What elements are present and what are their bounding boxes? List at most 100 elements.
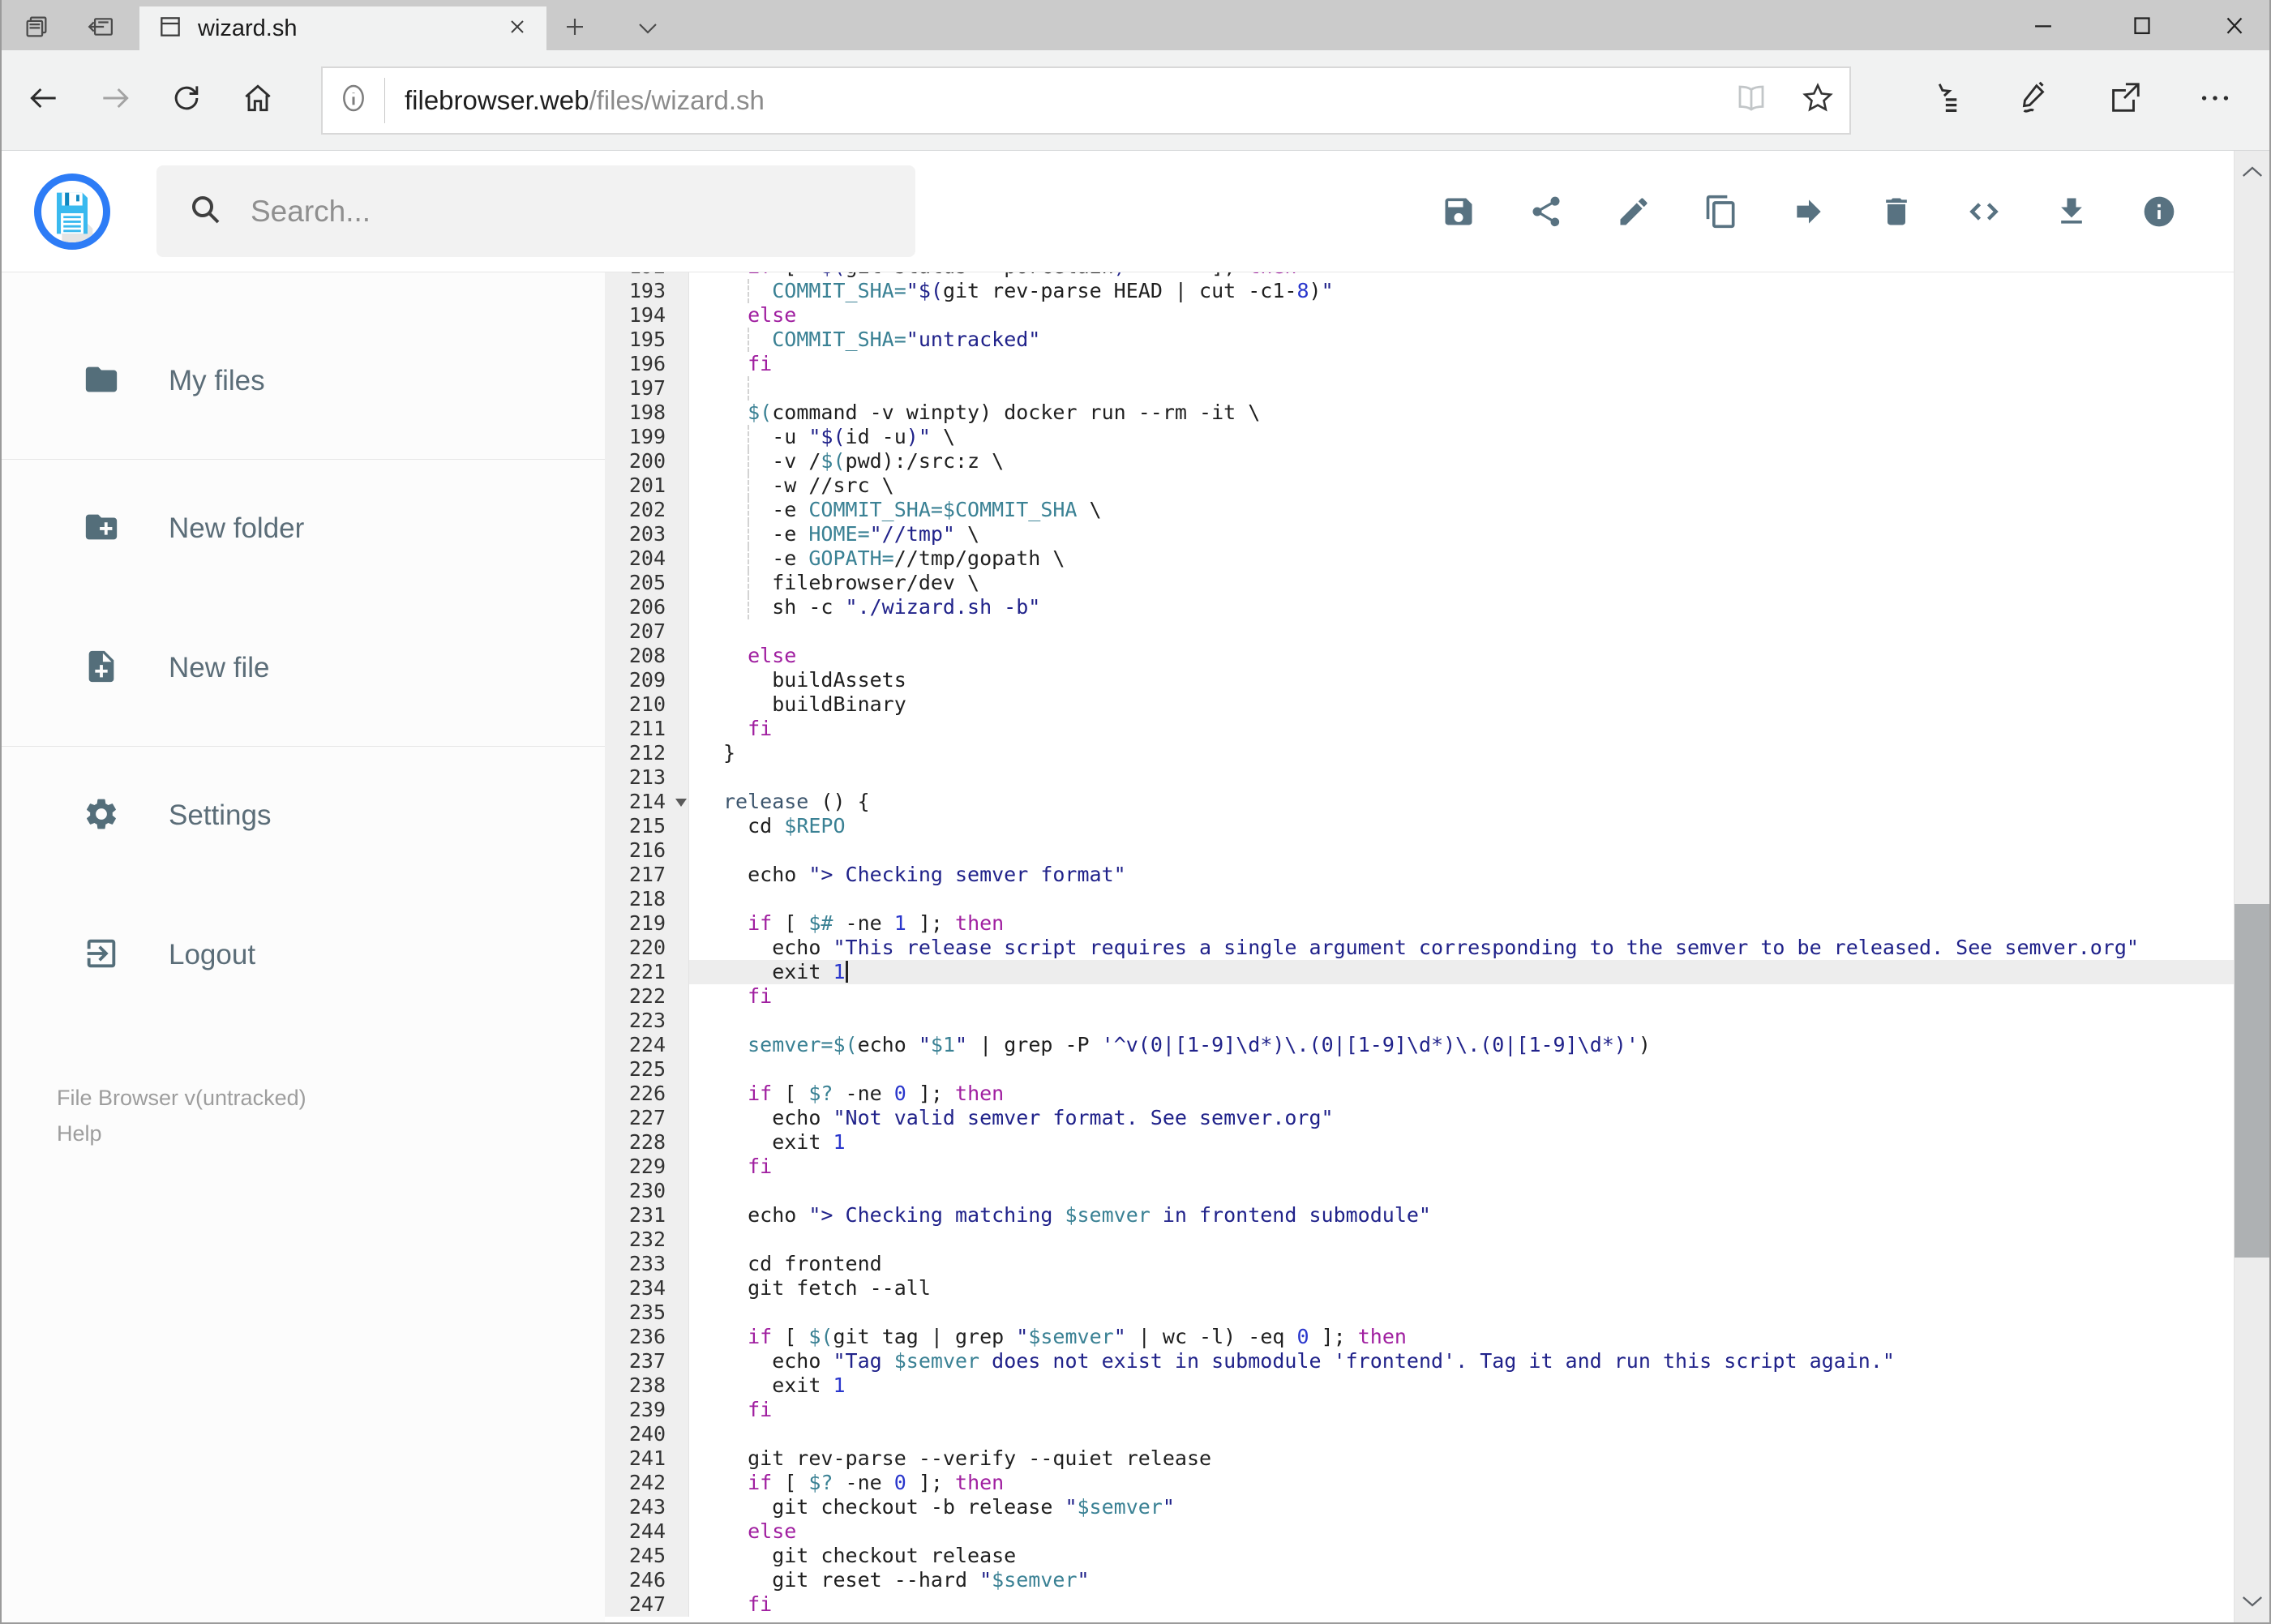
site-info-icon[interactable]: [337, 82, 370, 118]
page-scrollbar[interactable]: [2234, 151, 2269, 1622]
code-line[interactable]: if [ $? -ne 0 ]; then: [689, 1471, 2234, 1495]
share-icon[interactable]: [1528, 194, 1564, 229]
code-line[interactable]: fi: [689, 1592, 2234, 1617]
code-line[interactable]: else: [689, 303, 2234, 328]
code-line[interactable]: release () {: [689, 790, 2234, 814]
code-line[interactable]: echo "> Checking matching $semver in fro…: [689, 1203, 2234, 1228]
help-link[interactable]: Help: [57, 1116, 605, 1151]
code-line[interactable]: COMMIT_SHA="$(git rev-parse HEAD | cut -…: [689, 279, 2234, 303]
code-line[interactable]: fi: [689, 1155, 2234, 1179]
code-line[interactable]: [689, 1228, 2234, 1252]
share-icon-edge[interactable]: [2106, 79, 2143, 121]
favorite-star-icon[interactable]: [1801, 81, 1835, 119]
code-line[interactable]: cd $REPO: [689, 814, 2234, 838]
code-line[interactable]: [689, 1009, 2234, 1033]
code-line[interactable]: fi: [689, 984, 2234, 1009]
code-line[interactable]: [689, 1179, 2234, 1203]
code-line[interactable]: [689, 765, 2234, 790]
code-line[interactable]: [689, 887, 2234, 911]
refresh-icon[interactable]: [169, 80, 204, 120]
scrollbar-thumb[interactable]: [2235, 904, 2269, 1258]
code-editor[interactable]: 192 if [ "$(git status --porcelain)" = "…: [605, 272, 2234, 1622]
code-line[interactable]: if [ $# -ne 1 ]; then: [689, 911, 2234, 936]
code-line[interactable]: }: [689, 741, 2234, 765]
edit-icon[interactable]: [1616, 194, 1652, 229]
code-line[interactable]: [689, 619, 2234, 644]
code-line[interactable]: git checkout -b release "$semver": [689, 1495, 2234, 1519]
save-icon[interactable]: [1441, 194, 1476, 229]
sidebar-item-my-files[interactable]: My files: [2, 349, 605, 413]
code-line[interactable]: [689, 838, 2234, 863]
code-line[interactable]: git reset --hard "$semver": [689, 1568, 2234, 1592]
code-icon[interactable]: [1966, 194, 2002, 229]
code-line[interactable]: -w //src \: [689, 473, 2234, 498]
filebrowser-logo[interactable]: [34, 173, 110, 250]
annotate-pen-icon[interactable]: [2015, 79, 2052, 121]
code-line[interactable]: else: [689, 644, 2234, 668]
scroll-down-icon[interactable]: [2235, 1593, 2269, 1609]
tab-list-chevron-icon[interactable]: [636, 19, 660, 41]
more-options-icon[interactable]: [2196, 79, 2234, 121]
code-line[interactable]: -e HOME="//tmp" \: [689, 522, 2234, 546]
code-line[interactable]: [689, 1300, 2234, 1325]
sidebar-item-settings[interactable]: Settings: [2, 783, 605, 848]
code-line[interactable]: echo "This release script requires a sin…: [689, 936, 2234, 960]
code-line[interactable]: fi: [689, 717, 2234, 741]
code-line[interactable]: if [ $? -ne 0 ]; then: [689, 1082, 2234, 1106]
download-icon[interactable]: [2054, 194, 2089, 229]
code-line[interactable]: fi: [689, 352, 2234, 376]
set-tabs-aside-icon[interactable]: [86, 13, 115, 45]
info-icon[interactable]: [2141, 194, 2177, 229]
maximize-button[interactable]: [2128, 11, 2156, 43]
forward-icon[interactable]: [97, 80, 133, 120]
url-bar[interactable]: filebrowser.web/files/wizard.sh: [321, 66, 1851, 135]
code-line[interactable]: [689, 376, 2234, 401]
hub-favorites-icon[interactable]: [1924, 79, 1961, 121]
code-line[interactable]: buildBinary: [689, 692, 2234, 717]
code-line[interactable]: echo "> Checking semver format": [689, 863, 2234, 887]
reading-view-icon[interactable]: [1734, 81, 1768, 119]
code-line[interactable]: fi: [689, 1398, 2234, 1422]
sidebar-item-logout[interactable]: Logout: [2, 923, 605, 988]
code-line[interactable]: exit 1: [689, 1373, 2234, 1398]
sidebar-item-new-file[interactable]: New file: [2, 636, 605, 701]
code-line[interactable]: else: [689, 1519, 2234, 1544]
code-line[interactable]: git checkout release: [689, 1544, 2234, 1568]
url-text[interactable]: filebrowser.web/files/wizard.sh: [405, 85, 1734, 116]
scroll-up-icon[interactable]: [2235, 164, 2269, 180]
move-icon[interactable]: [1791, 194, 1827, 229]
code-line[interactable]: if [ "$(git status --porcelain)" = "" ];…: [689, 272, 2234, 279]
code-line[interactable]: echo "Not valid semver format. See semve…: [689, 1106, 2234, 1130]
close-tab-icon[interactable]: [506, 15, 529, 42]
code-line[interactable]: -e COMMIT_SHA=$COMMIT_SHA \: [689, 498, 2234, 522]
code-line[interactable]: $(command -v winpty) docker run --rm -it…: [689, 401, 2234, 425]
copy-icon[interactable]: [1703, 194, 1739, 229]
code-line[interactable]: filebrowser/dev \: [689, 571, 2234, 595]
close-window-button[interactable]: [2221, 11, 2248, 43]
browser-tab[interactable]: wizard.sh: [139, 6, 546, 50]
code-line[interactable]: -e GOPATH=//tmp/gopath \: [689, 546, 2234, 571]
code-line[interactable]: cd frontend: [689, 1252, 2234, 1276]
code-line[interactable]: -v /$(pwd):/src:z \: [689, 449, 2234, 473]
code-line[interactable]: git fetch --all: [689, 1276, 2234, 1300]
code-line[interactable]: -u "$(id -u)" \: [689, 425, 2234, 449]
new-tab-icon[interactable]: [563, 15, 587, 43]
code-line[interactable]: buildAssets: [689, 668, 2234, 692]
tab-preview-icon[interactable]: [23, 13, 50, 45]
code-line[interactable]: if [ $(git tag | grep "$semver" | wc -l)…: [689, 1325, 2234, 1349]
code-line[interactable]: exit 1: [689, 960, 2234, 984]
code-line[interactable]: echo "Tag $semver does not exist in subm…: [689, 1349, 2234, 1373]
delete-icon[interactable]: [1879, 194, 1914, 229]
code-line[interactable]: [689, 1057, 2234, 1082]
sidebar-item-new-folder[interactable]: New folder: [2, 496, 605, 561]
minimize-button[interactable]: [2029, 11, 2057, 43]
code-line[interactable]: exit 1: [689, 1130, 2234, 1155]
home-icon[interactable]: [240, 80, 276, 120]
code-line[interactable]: semver=$(echo "$1" | grep -P '^v(0|[1-9]…: [689, 1033, 2234, 1057]
code-line[interactable]: git rev-parse --verify --quiet release: [689, 1446, 2234, 1471]
code-line[interactable]: sh -c "./wizard.sh -b": [689, 595, 2234, 619]
back-icon[interactable]: [26, 80, 62, 120]
code-line[interactable]: COMMIT_SHA="untracked": [689, 328, 2234, 352]
search-input[interactable]: Search...: [156, 165, 915, 257]
code-line[interactable]: [689, 1422, 2234, 1446]
